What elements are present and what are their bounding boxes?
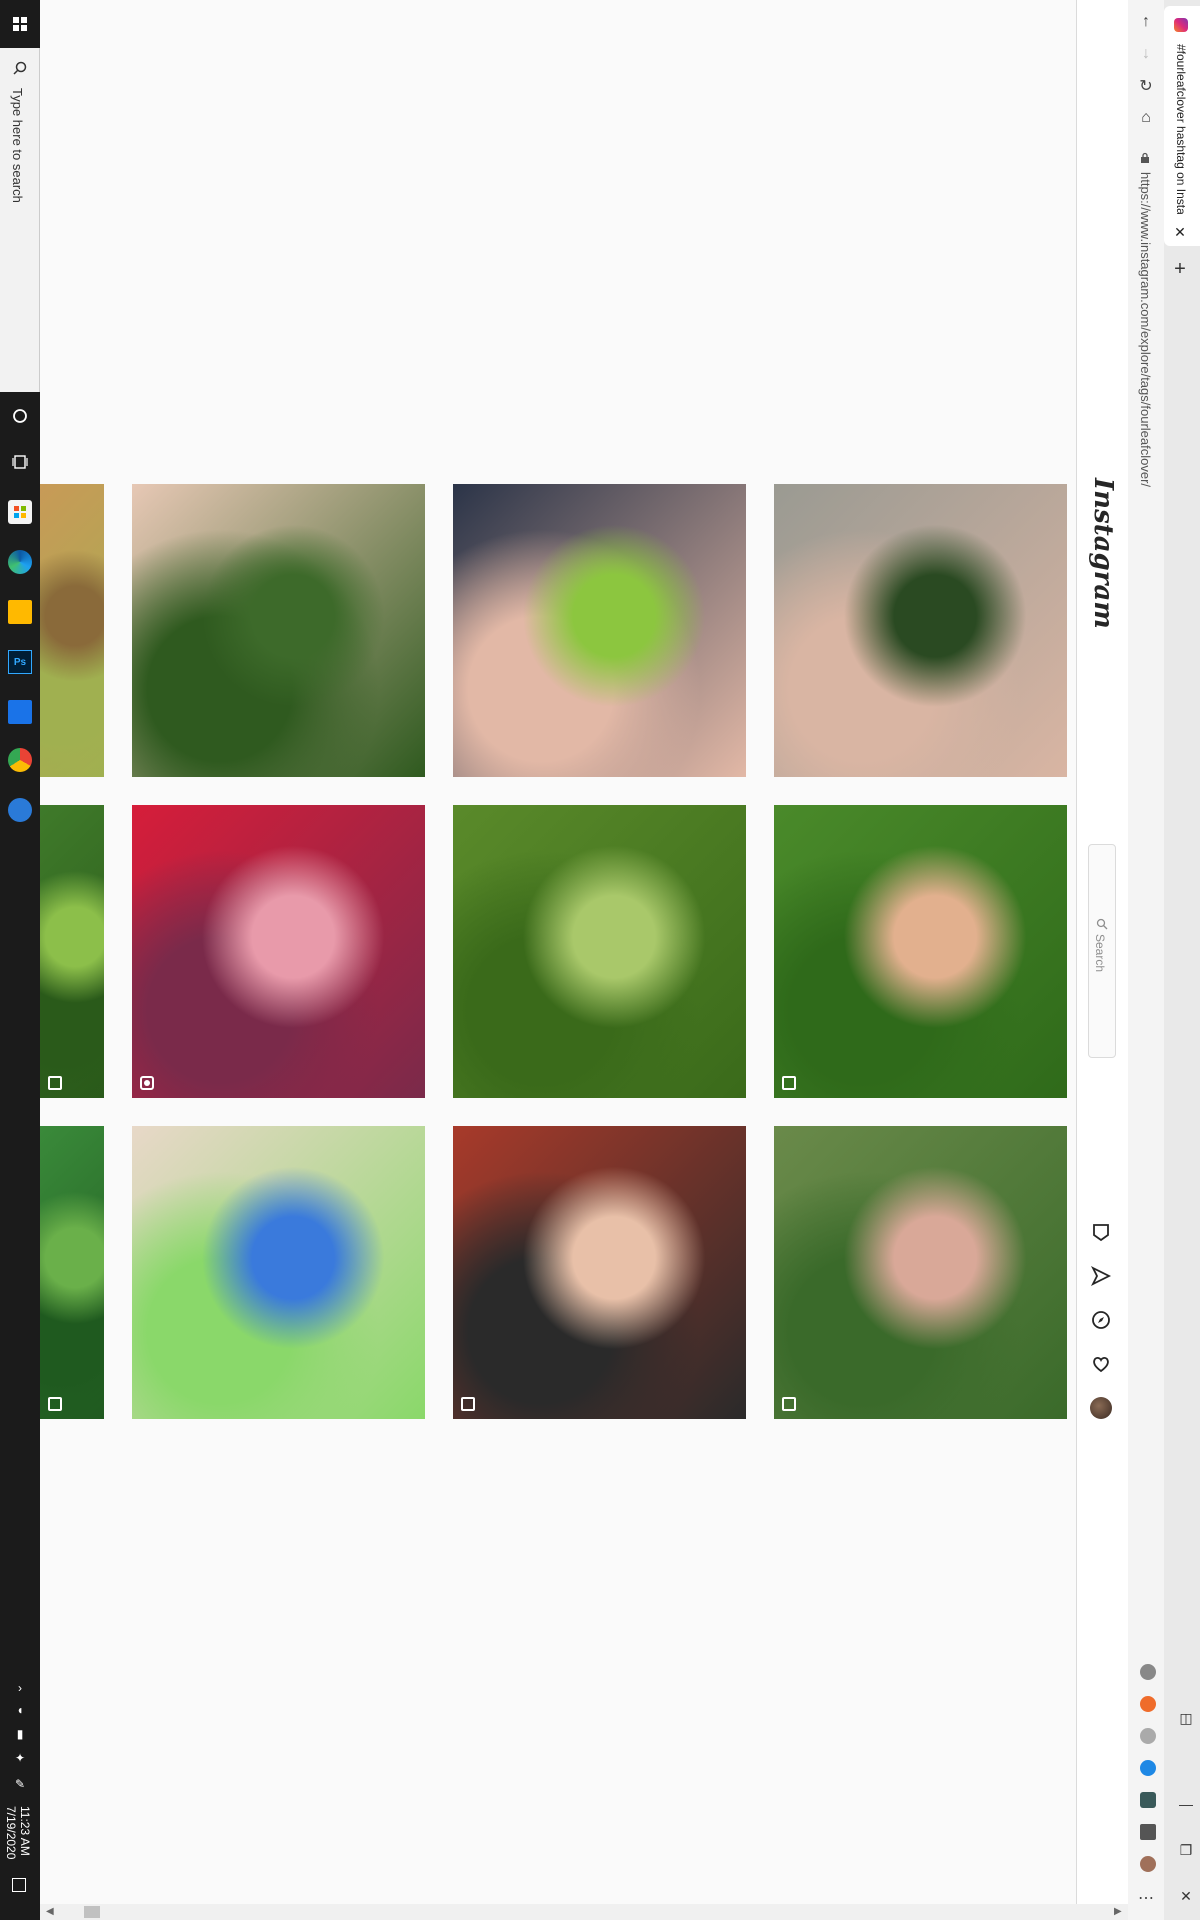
tray-chevron-icon[interactable]: › <box>8 1680 32 1696</box>
post-tile[interactable] <box>40 805 104 1098</box>
explore-icon[interactable] <box>1090 1309 1112 1331</box>
carousel-icon <box>48 1076 62 1090</box>
carousel-icon <box>782 1076 796 1090</box>
forward-icon[interactable]: ↓ <box>1136 44 1156 64</box>
app-blue-icon[interactable] <box>8 700 32 724</box>
carousel-icon <box>461 1397 475 1411</box>
post-tile[interactable] <box>774 484 1067 777</box>
post-tile[interactable] <box>40 484 104 777</box>
extension-grammar-icon[interactable] <box>1140 1664 1156 1680</box>
cortana-icon[interactable] <box>8 404 32 428</box>
extensions-puzzle-icon[interactable] <box>1140 1824 1156 1840</box>
tab-title[interactable]: #fourleafclover hashtag on Insta <box>1172 44 1188 214</box>
menu-icon[interactable]: ⋯ <box>1136 1888 1156 1908</box>
reload-icon[interactable]: ↻ <box>1136 76 1156 96</box>
profile-icon[interactable] <box>1140 1856 1156 1872</box>
tab-layout-icon[interactable]: ◫ <box>1178 1710 1194 1726</box>
battery-icon[interactable]: ▮ <box>8 1726 32 1742</box>
file-explorer-icon[interactable] <box>8 600 32 624</box>
scroll-left-icon[interactable]: ◀ <box>46 1906 54 1917</box>
direct-icon[interactable] <box>1090 1265 1112 1287</box>
carousel-icon <box>48 1397 62 1411</box>
url-text[interactable]: https://www.instagram.com/explore/tags/f… <box>1138 172 1153 487</box>
lock-icon[interactable] <box>1139 152 1151 164</box>
extension-circle-icon[interactable] <box>1140 1728 1156 1744</box>
task-view-icon[interactable] <box>8 450 32 474</box>
search-icon <box>13 61 27 75</box>
volume-icon[interactable]: ◖ <box>8 1702 32 1718</box>
notification-icon[interactable] <box>12 1878 26 1892</box>
post-tile[interactable] <box>453 805 746 1098</box>
post-tile[interactable] <box>132 1126 425 1419</box>
clock[interactable]: 11:23 AM 7/19/2020 <box>4 1806 32 1859</box>
home-icon[interactable] <box>1090 1221 1112 1243</box>
store-icon[interactable] <box>8 500 32 524</box>
windows-icon <box>13 17 27 31</box>
instagram-logo[interactable]: Instagram <box>1088 478 1118 629</box>
tab-close-icon[interactable]: ✕ <box>1172 224 1188 241</box>
clock-date: 7/19/2020 <box>4 1806 18 1860</box>
post-tile[interactable] <box>132 805 425 1098</box>
new-tab-icon[interactable]: + <box>1170 258 1190 281</box>
heart-icon[interactable] <box>1090 1353 1112 1375</box>
restore-icon[interactable]: ❐ <box>1178 1842 1194 1858</box>
pen-icon[interactable]: ✎ <box>8 1776 32 1792</box>
scrollbar-thumb[interactable] <box>84 1906 100 1918</box>
tab-strip <box>1164 0 1200 1920</box>
clock-time: 11:23 AM <box>18 1806 32 1856</box>
photoshop-icon[interactable]: Ps <box>8 650 32 674</box>
extension-orange-icon[interactable] <box>1140 1696 1156 1712</box>
video-icon <box>140 1076 154 1090</box>
home-button-icon[interactable]: ⌂ <box>1136 108 1156 128</box>
taskbar-search-placeholder: Type here to search <box>10 88 25 203</box>
close-window-icon[interactable]: ✕ <box>1178 1888 1194 1904</box>
post-tile[interactable] <box>132 484 425 777</box>
search-placeholder: Search <box>1093 934 1107 973</box>
extension-photo-icon[interactable] <box>1140 1792 1156 1808</box>
post-tile[interactable] <box>40 1126 104 1419</box>
chrome-icon[interactable] <box>8 748 32 772</box>
settings-app-icon[interactable] <box>8 798 32 822</box>
post-tile[interactable] <box>453 484 746 777</box>
minimize-icon[interactable]: — <box>1178 1796 1194 1812</box>
post-tile[interactable] <box>774 805 1067 1098</box>
edge-icon[interactable] <box>8 550 32 574</box>
instagram-favicon-icon <box>1174 18 1188 32</box>
post-tile[interactable] <box>453 1126 746 1419</box>
avatar[interactable] <box>1090 1397 1112 1419</box>
start-button[interactable] <box>0 0 40 48</box>
scroll-right-icon[interactable]: ▶ <box>1114 1906 1122 1917</box>
horizontal-scrollbar[interactable] <box>40 1904 1128 1920</box>
post-tile[interactable] <box>774 1126 1067 1419</box>
carousel-icon <box>782 1397 796 1411</box>
extension-blue-icon[interactable] <box>1140 1760 1156 1776</box>
search-icon <box>1096 918 1108 930</box>
back-icon[interactable]: ↑ <box>1136 12 1156 32</box>
dropbox-icon[interactable]: ✦ <box>8 1750 32 1766</box>
